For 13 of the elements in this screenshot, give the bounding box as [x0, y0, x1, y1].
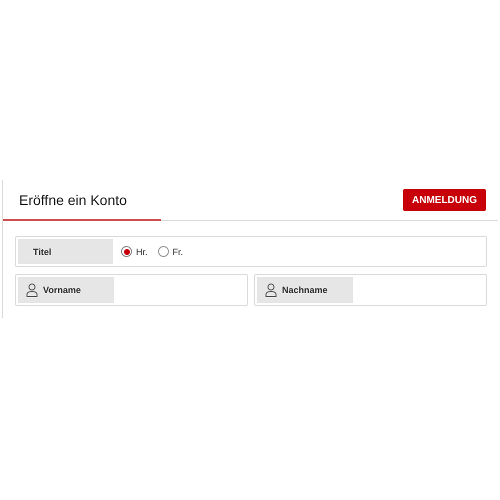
- field-label: Nachname: [282, 285, 328, 295]
- radio-label: Fr.: [172, 246, 184, 256]
- field-label: Titel: [18, 239, 113, 264]
- name-field[interactable]: Vorname: [15, 274, 248, 306]
- radio-label: Hr.: [136, 246, 148, 256]
- page-title: Eröffne ein Konto: [19, 192, 127, 208]
- name-field[interactable]: Nachname: [254, 274, 487, 306]
- field-label: Vorname: [43, 285, 81, 295]
- person-icon: [26, 283, 38, 297]
- login-button[interactable]: ANMELDUNG: [403, 189, 486, 211]
- person-icon: [265, 283, 277, 297]
- radio-button[interactable]: [121, 246, 132, 257]
- radio-button[interactable]: [158, 246, 169, 257]
